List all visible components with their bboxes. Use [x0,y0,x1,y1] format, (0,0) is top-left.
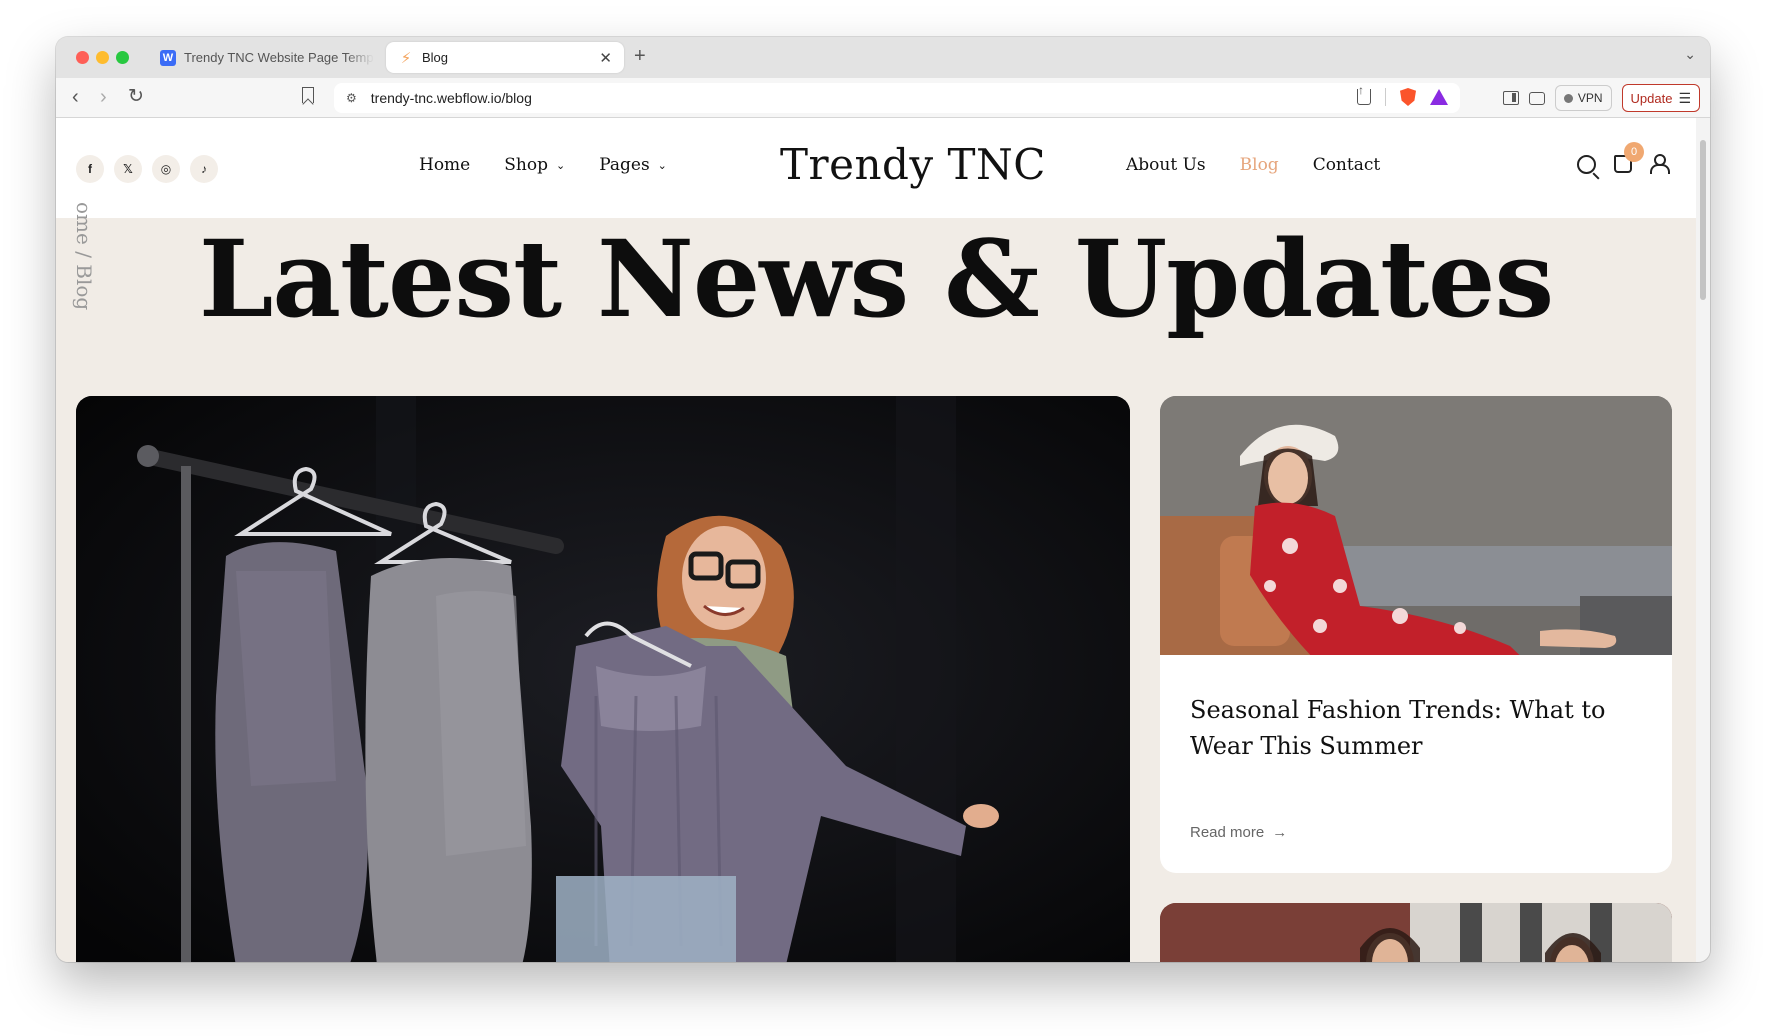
brave-rewards-icon[interactable] [1430,89,1448,105]
sidebar-icon[interactable] [1502,91,1519,105]
tab-blog[interactable]: ⚡ Blog ✕ [386,42,624,73]
forward-button[interactable]: › [100,86,107,108]
nav-label: About Us [1126,155,1206,175]
tab-strip: W Trendy TNC Website Page Templ ⚡ Blog ✕… [56,37,1710,78]
vpn-status-icon [1563,93,1573,103]
nav-label: Home [419,155,471,175]
social-links: f 𝕏 ◎ ♪ [76,155,218,183]
account-icon[interactable] [1650,154,1670,174]
minimize-window-button[interactable] [96,51,109,64]
url-text: trendy-tnc.webflow.io/blog [370,90,532,106]
cart-count-badge: 0 [1624,142,1644,162]
page-title: Latest News & Updates [198,216,1554,341]
read-more-label: Read more [1190,824,1265,841]
chevron-down-icon: ⌄ [657,158,667,172]
blog-card[interactable]: Seasonal Fashion Trends: What to Wear Th… [1160,396,1672,873]
nav-home[interactable]: Home [419,155,470,175]
nav-blog[interactable]: Blog [1240,155,1279,175]
instagram-icon[interactable]: ◎ [152,155,180,183]
reload-button[interactable]: ↻ [128,86,144,108]
post-image [1160,903,1672,962]
address-bar[interactable]: ⚙ trendy-tnc.webflow.io/blog [334,83,1460,113]
wallet-icon[interactable] [1528,91,1545,105]
update-button[interactable]: Update ☰ [1621,84,1700,112]
tab-list-chevron-icon[interactable]: ⌄ [1684,46,1696,63]
tiktok-icon[interactable]: ♪ [190,155,218,183]
featured-photo [76,396,1130,962]
nav-label: Pages [599,155,650,175]
vpn-button[interactable]: VPN [1554,85,1612,111]
brave-shields-icon[interactable] [1400,88,1416,106]
bolt-icon: ⚡ [400,49,412,67]
scrollbar-thumb[interactable] [1700,140,1706,300]
maximize-window-button[interactable] [116,51,129,64]
page-scrollbar[interactable] [1696,118,1710,962]
update-label: Update [1630,90,1673,106]
back-button[interactable]: ‹ [72,86,79,108]
facebook-icon[interactable]: f [76,155,104,183]
tab-label: Trendy TNC Website Page Templ [184,50,374,65]
tab-label: Blog [422,50,449,65]
search-icon[interactable] [1577,154,1596,174]
bookmark-icon[interactable] [302,87,314,103]
close-tab-icon[interactable]: ✕ [599,49,612,67]
divider [1385,88,1386,106]
chevron-down-icon: ⌄ [555,158,566,172]
post-image [1160,396,1672,655]
nav-label: Blog [1239,155,1279,175]
read-more-link[interactable]: Read more → [1190,824,1287,841]
webflow-icon: W [160,49,176,66]
site-header: f 𝕏 ◎ ♪ Home Shop ⌄ Pages ⌄ Trendy TNC A… [56,118,1696,218]
x-icon[interactable]: 𝕏 [114,155,142,183]
menu-icon: ☰ [1678,89,1691,106]
blog-card[interactable] [1160,903,1672,962]
nav-pages[interactable]: Pages ⌄ [599,155,667,175]
primary-nav-right: About Us Blog Contact [1126,155,1380,175]
new-tab-button[interactable]: + [634,45,646,68]
cart-icon[interactable]: 0 [1614,142,1644,173]
nav-about[interactable]: About Us [1126,155,1206,175]
header-actions: 0 [1577,142,1670,174]
nav-contact[interactable]: Contact [1313,155,1381,175]
post-title[interactable]: Seasonal Fashion Trends: What to Wear Th… [1190,692,1630,764]
nav-label: Shop [504,155,548,175]
browser-window: W Trendy TNC Website Page Templ ⚡ Blog ✕… [56,37,1710,962]
vpn-label: VPN [1577,91,1603,105]
nav-shop[interactable]: Shop ⌄ [504,155,565,175]
featured-post-image[interactable] [76,396,1130,962]
web-page: f 𝕏 ◎ ♪ Home Shop ⌄ Pages ⌄ Trendy TNC A… [56,118,1696,962]
share-icon[interactable] [1357,83,1371,105]
arrow-right-icon: → [1272,824,1288,841]
browser-toolbar: ‹ › ↻ ⚙ trendy-tnc.webflow.io/blog VPN U… [56,78,1710,118]
primary-nav-left: Home Shop ⌄ Pages ⌄ [419,155,667,175]
close-window-button[interactable] [76,51,89,64]
site-logo[interactable]: Trendy TNC [780,140,1046,189]
site-info-icon[interactable]: ⚙ [346,91,357,105]
nav-label: Contact [1312,155,1381,175]
